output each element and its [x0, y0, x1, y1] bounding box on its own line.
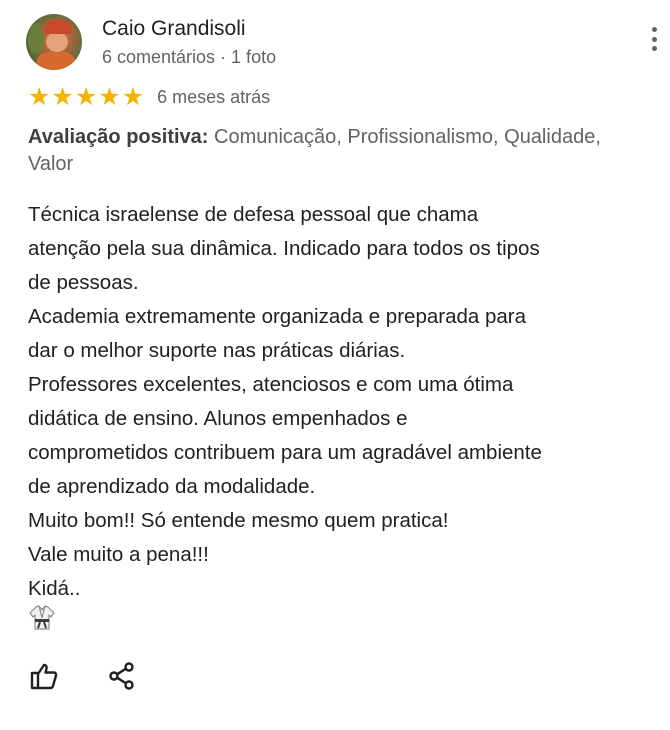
review-text: Técnica israelense de defesa pessoal que… — [28, 198, 638, 606]
review-line: Kidá.. — [28, 577, 81, 600]
review-line: didática de ensino. Alunos empenhados e — [28, 407, 408, 430]
star-rating: ★ ★ ★ ★ ★ — [28, 84, 145, 110]
review-actions — [28, 660, 138, 692]
review-line: Professores excelentes, atenciosos e com… — [28, 373, 514, 396]
more-options-button[interactable] — [644, 24, 664, 54]
rating-row: ★ ★ ★ ★ ★ 6 meses atrás — [28, 84, 270, 110]
review-time: 6 meses atrás — [157, 87, 271, 107]
review-line: Técnica israelense de defesa pessoal que… — [28, 203, 479, 226]
review-line: Vale muito a pena!!! — [28, 543, 209, 566]
more-options-icon — [651, 27, 657, 32]
review-line: dar o melhor suporte nas práticas diária… — [28, 339, 406, 362]
share-icon — [109, 662, 134, 690]
review-card: Caio Grandisoli 6 comentários · 1 foto ★… — [0, 0, 670, 730]
star-icon: ★ — [121, 82, 145, 111]
martial-arts-uniform-icon — [29, 605, 55, 630]
review-line: atenção pela sua dinâmica. Indicado para… — [28, 237, 540, 260]
star-icon: ★ — [74, 82, 98, 111]
review-line: Muito bom!! Só entende mesmo quem pratic… — [28, 509, 449, 532]
positive-highlights: Avaliação positiva: Comunicação, Profiss… — [28, 124, 628, 178]
author-meta: 6 comentários · 1 foto — [102, 46, 277, 67]
review-line: de pessoas. — [28, 271, 139, 294]
star-icon: ★ — [51, 82, 74, 111]
like-button[interactable] — [28, 660, 60, 692]
highlights-label: Avaliação positiva: — [28, 126, 209, 148]
review-line: de aprendizado da modalidade. — [28, 475, 316, 498]
star-icon: ★ — [98, 82, 121, 111]
author-info: Caio Grandisoli 6 comentários · 1 foto — [102, 16, 276, 69]
share-button[interactable] — [106, 660, 138, 692]
review-header: Caio Grandisoli 6 comentários · 1 foto — [26, 14, 276, 70]
thumbs-up-icon — [30, 663, 58, 690]
review-line: Academia extremamente organizada e prepa… — [28, 305, 526, 328]
avatar[interactable] — [26, 14, 82, 70]
author-name[interactable]: Caio Grandisoli — [102, 16, 276, 42]
star-icon: ★ — [28, 82, 51, 111]
review-line: comprometidos contribuem para um agradáv… — [28, 441, 542, 464]
